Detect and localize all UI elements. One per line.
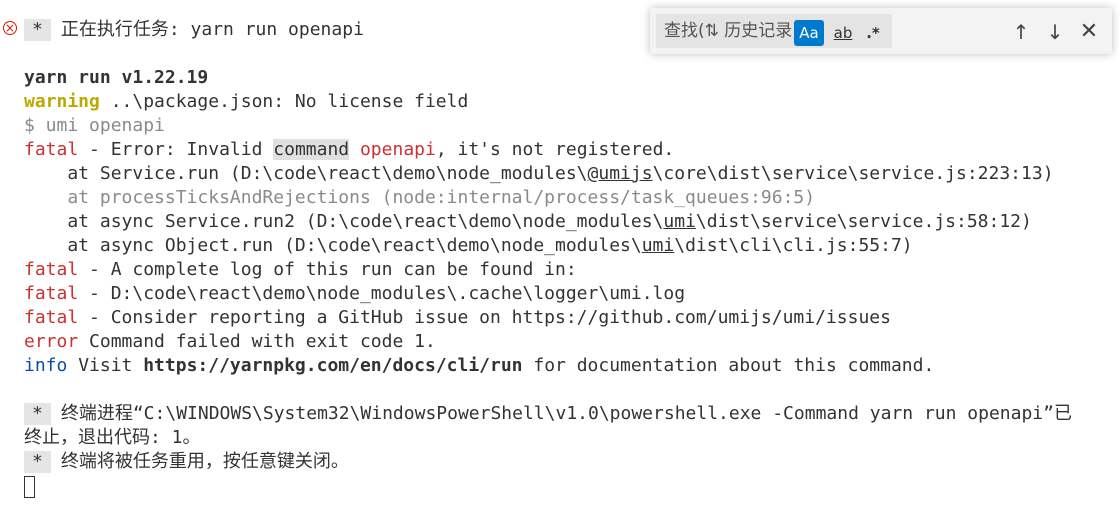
info-line: info Visit https://yarnpkg.com/en/docs/c…	[24, 354, 934, 378]
arrow-down-icon[interactable]: ↓	[1041, 18, 1069, 46]
whole-word-toggle[interactable]: ab	[828, 20, 858, 46]
fatal-error-post: , it's not registered.	[435, 139, 675, 160]
fatal-text: - D:\code\react\demo\node_modules\.cache…	[78, 283, 686, 304]
reuse-text: 终端将被任务重用，按任意键关闭。	[60, 451, 349, 472]
stack-link[interactable]: umi	[642, 235, 675, 256]
terminal-panel[interactable]: × * 正在执行任务: yarn run openapi yarn run v1.…	[0, 0, 1120, 512]
error-label: error	[24, 331, 79, 352]
fatal-label: fatal	[24, 259, 79, 280]
stack-text: \dist\cli\cli.js:55:7)	[674, 235, 913, 256]
docs-link[interactable]: https://yarnpkg.com/en/docs/cli/run	[143, 355, 522, 376]
task-badge: *	[24, 451, 51, 473]
close-icon[interactable]: ✕	[1075, 18, 1103, 46]
warning-label: warning	[24, 91, 100, 112]
fatal-text: - A complete log of this run can be foun…	[78, 259, 577, 280]
info-label: info	[24, 355, 68, 376]
info-text: Visit	[67, 355, 144, 376]
fatal-error-pre: - Error: Invalid	[78, 139, 274, 160]
fatal-label: fatal	[24, 283, 79, 304]
stack-trace-line: at async Object.run (D:\code\react\demo\…	[24, 234, 913, 258]
fatal-error-line: fatal - Error: Invalid command openapi, …	[24, 138, 674, 162]
match-case-toggle[interactable]: Aa	[794, 20, 824, 46]
find-widget: 查找(⇅ 历史记录) Aa ab .* ↑ ↓ ✕	[650, 8, 1112, 54]
stack-text: \core\dist\service\service.js:223:13)	[652, 163, 1054, 184]
error-circle-icon: ×	[3, 21, 17, 35]
warning-text: ..\package.json: No license field	[99, 91, 469, 112]
process-end-wrap: 终止，退出代码: 1。	[24, 427, 201, 448]
stack-text: \dist\service\service.js:58:12)	[695, 211, 1032, 232]
command-line: $ umi openapi	[24, 115, 165, 136]
error-line: error Command failed with exit code 1.	[24, 330, 436, 354]
task-running-text: 正在执行任务: yarn run openapi	[60, 19, 364, 40]
stack-trace-line: at Service.run (D:\code\react\demo\node_…	[24, 162, 1054, 186]
arrow-up-icon[interactable]: ↑	[1007, 18, 1035, 46]
task-running-line: * 正在执行任务: yarn run openapi	[24, 18, 364, 42]
regex-toggle[interactable]: .*	[860, 20, 886, 46]
stack-text: at async Object.run (D:\code\react\demo\…	[24, 235, 642, 256]
task-badge: *	[24, 403, 51, 425]
fatal-line: fatal - D:\code\react\demo\node_modules\…	[24, 282, 685, 306]
stack-text: at async Service.run2 (D:\code\react\dem…	[24, 211, 664, 232]
warning-line: warning ..\package.json: No license fiel…	[24, 90, 468, 114]
process-end-line: * 终端进程“C:\WINDOWS\System32\WindowsPowerSh…	[24, 402, 1072, 426]
reuse-line: * 终端将被任务重用，按任意键关闭。	[24, 450, 349, 474]
stack-text: at Service.run (D:\code\react\demo\node_…	[24, 163, 588, 184]
stack-trace-line: at async Service.run2 (D:\code\react\dem…	[24, 210, 1032, 234]
stack-trace-line: at processTicksAndRejections (node:inter…	[24, 187, 816, 208]
error-text: Command failed with exit code 1.	[78, 331, 436, 352]
command-name: openapi	[359, 139, 436, 160]
info-text: for documentation about this command.	[522, 355, 935, 376]
process-end-text: 终端进程“C:\WINDOWS\System32\WindowsPowerShe…	[60, 403, 1072, 424]
search-highlight: command	[273, 139, 350, 160]
fatal-text: - Consider reporting a GitHub issue on h…	[78, 307, 891, 328]
stack-link[interactable]: umi	[663, 211, 696, 232]
yarn-version-line: yarn run v1.22.19	[24, 67, 209, 88]
fatal-line: fatal - Consider reporting a GitHub issu…	[24, 306, 891, 330]
task-badge: *	[24, 19, 51, 41]
fatal-label: fatal	[24, 139, 79, 160]
stack-link[interactable]: @umijs	[588, 163, 653, 184]
fatal-line: fatal - A complete log of this run can b…	[24, 258, 577, 282]
terminal-cursor	[24, 476, 35, 498]
fatal-label: fatal	[24, 307, 79, 328]
